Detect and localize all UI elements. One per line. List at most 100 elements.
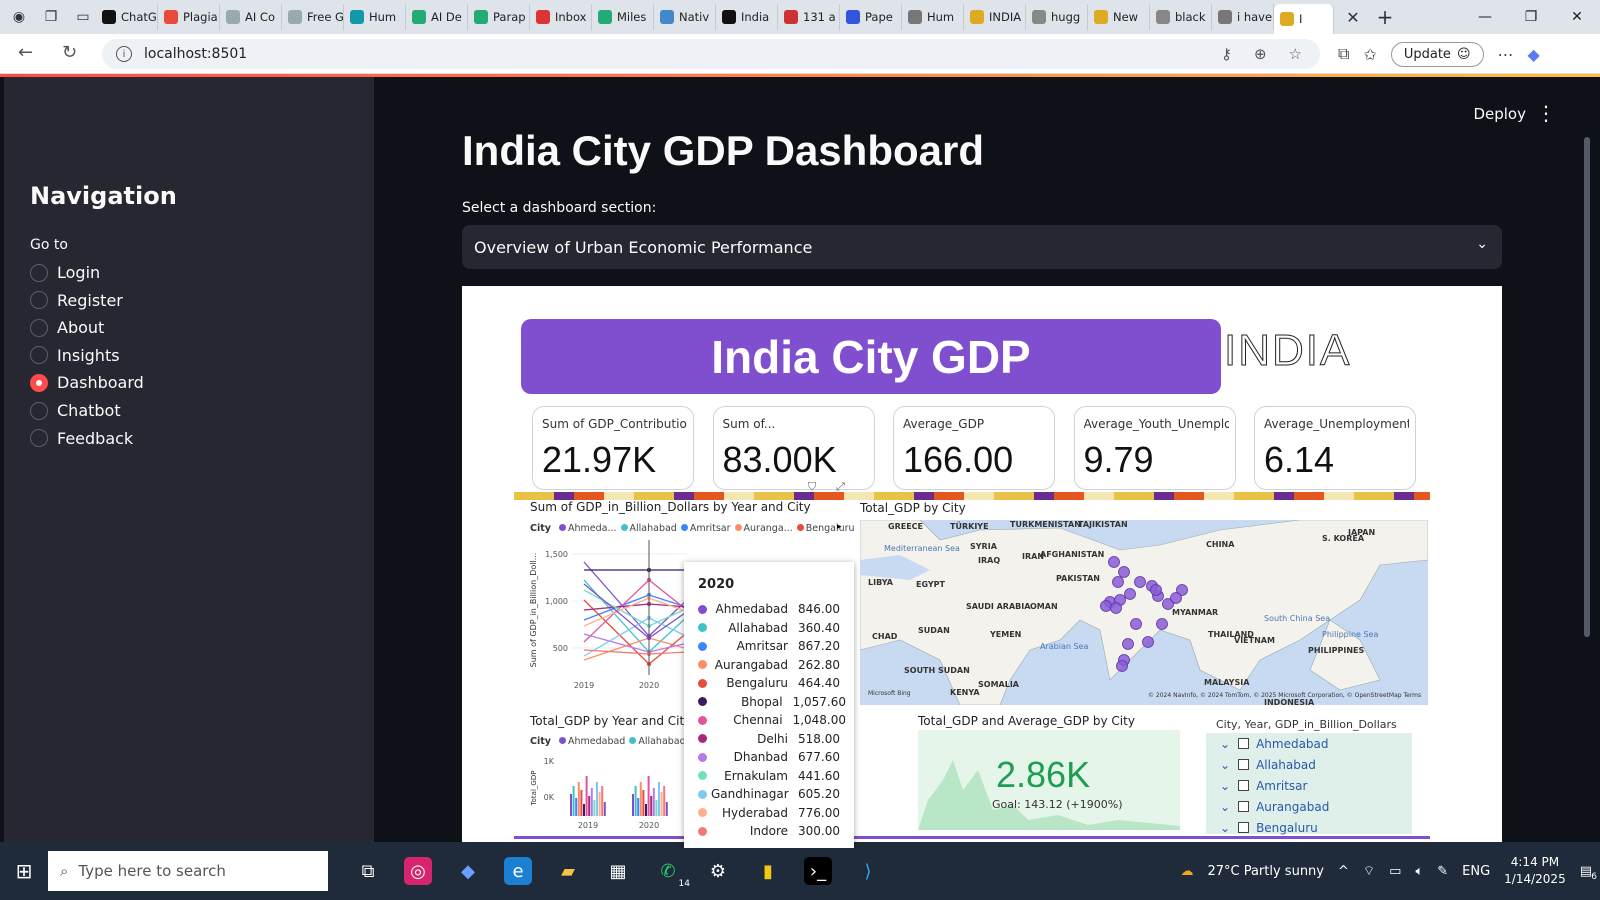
workspaces-icon[interactable]: ❐ xyxy=(38,4,64,30)
browser-tab[interactable]: AI Co xyxy=(220,4,282,30)
instagram-icon[interactable]: ◎ xyxy=(404,857,432,885)
browser-tab[interactable]: Plagia xyxy=(158,4,220,30)
browser-tab[interactable]: Parap xyxy=(468,4,530,30)
browser-tab[interactable]: AI De xyxy=(406,4,468,30)
sidebar-item-login[interactable]: Login xyxy=(30,263,100,282)
powerbi-app-icon[interactable]: ▮ xyxy=(754,857,782,885)
legend-item[interactable]: Ahmedabad xyxy=(568,736,625,747)
legend-item[interactable]: Amritsar xyxy=(690,523,731,534)
browser-tab[interactable]: i have xyxy=(1212,4,1274,30)
scrollbar[interactable] xyxy=(1584,137,1590,637)
tray-overflow-icon[interactable]: ^ xyxy=(1338,864,1349,879)
notifications-icon[interactable]: ▤ 6 xyxy=(1580,864,1597,882)
extensions-icon[interactable]: ⧉ xyxy=(1338,44,1349,64)
clock[interactable]: 4:14 PM 1/14/2025 xyxy=(1504,854,1566,888)
chevron-down-icon[interactable]: ⌄ xyxy=(1220,737,1230,751)
kpi-card[interactable]: Sum of GDP_Contribution 21.97K xyxy=(532,406,694,490)
sidebar-item-dashboard[interactable]: Dashboard xyxy=(30,373,144,392)
reload-icon[interactable]: ↻ xyxy=(62,42,77,63)
close-window-icon[interactable]: ✕ xyxy=(1554,0,1600,34)
minimize-icon[interactable]: — xyxy=(1462,0,1508,34)
checkbox[interactable] xyxy=(1238,801,1250,812)
kpi-card[interactable]: Average_Youth_Unemploy... 9.79 xyxy=(1073,406,1236,490)
new-tab-icon[interactable]: + xyxy=(1372,4,1398,30)
browser-tab[interactable]: New xyxy=(1088,4,1150,30)
deploy-button[interactable]: Deploy xyxy=(1473,105,1526,123)
slicer-item[interactable]: ⌄ Allahabad xyxy=(1206,754,1412,775)
browser-tab[interactable]: hugg xyxy=(1026,4,1088,30)
browser-tab[interactable]: 131 a xyxy=(778,4,840,30)
slicer-item[interactable]: ⌄ Bengaluru xyxy=(1206,817,1412,838)
section-select[interactable]: Overview of Urban Economic Performance ⌄ xyxy=(462,225,1502,269)
browser-tab[interactable]: black xyxy=(1150,4,1212,30)
tab-actions-icon[interactable]: ▭ xyxy=(70,4,96,30)
pen-icon[interactable]: ✎ xyxy=(1437,864,1448,879)
back-icon[interactable]: ← xyxy=(18,42,33,63)
whatsapp-icon[interactable]: ✆ 14 xyxy=(654,857,690,890)
copilot-app-icon[interactable]: ◆ xyxy=(454,857,482,885)
favorites-icon[interactable]: ✩ xyxy=(1363,45,1376,64)
settings-icon[interactable]: ⚙ xyxy=(704,857,732,885)
kpi-gauge[interactable]: 2.86K Goal: 143.12 (+1900%) xyxy=(918,730,1180,830)
legend-item[interactable]: Allahabad xyxy=(638,736,685,747)
weather-icon[interactable]: ☁ xyxy=(1180,864,1193,879)
legend-item[interactable]: Bengaluru xyxy=(806,523,855,534)
browser-tab[interactable]: Inbox xyxy=(530,4,592,30)
main-menu-icon[interactable]: ⋮ xyxy=(1536,101,1556,125)
file-explorer-icon[interactable]: ▰ xyxy=(554,857,582,885)
language-indicator[interactable]: ENG xyxy=(1462,864,1490,879)
vscode-icon[interactable]: ⟩ xyxy=(854,857,882,885)
focus-mode-icon[interactable]: ⤢ xyxy=(836,480,845,494)
kpi-card[interactable]: Average_Unemployment_... 6.14 xyxy=(1254,406,1416,490)
legend-item[interactable]: Ahmeda... xyxy=(568,523,617,534)
chevron-down-icon[interactable]: ⌄ xyxy=(1220,800,1230,814)
weather-text[interactable]: 27°C Partly sunny xyxy=(1207,864,1324,879)
copilot-icon[interactable]: ◆ xyxy=(1528,45,1540,64)
browser-tab[interactable]: Nativ xyxy=(654,4,716,30)
checkbox[interactable] xyxy=(1238,738,1250,749)
restore-icon[interactable]: ❐ xyxy=(1508,0,1554,34)
volume-icon[interactable]: 🔈︎ xyxy=(1415,864,1423,879)
legend-next-icon[interactable]: ▸ xyxy=(837,522,842,532)
browser-tab[interactable]: Hum xyxy=(902,4,964,30)
bar-chart[interactable]: Total_GDP 1K 0K 2019 2020 xyxy=(528,750,688,830)
store-icon[interactable]: ▦ xyxy=(604,857,632,885)
favorite-star-icon[interactable]: ☆ xyxy=(1289,45,1302,63)
filter-icon[interactable]: ⛉ xyxy=(808,480,816,494)
zoom-icon[interactable]: ⊕ xyxy=(1254,45,1267,63)
sidebar-item-insights[interactable]: Insights xyxy=(30,346,120,365)
checkbox[interactable] xyxy=(1238,822,1250,833)
browser-tab[interactable]: ChatG xyxy=(96,4,158,30)
terminal-icon[interactable]: ›_ xyxy=(804,857,832,885)
kpi-card[interactable]: Average_GDP 166.00 xyxy=(893,406,1055,490)
chevron-down-icon[interactable]: ⌄ xyxy=(1220,779,1230,793)
browser-tab[interactable]: Free G xyxy=(282,4,344,30)
chevron-down-icon[interactable]: ⌄ xyxy=(1220,758,1230,772)
close-tab-icon[interactable]: ✕ xyxy=(1340,4,1366,30)
browser-tab[interactable]: Pape xyxy=(840,4,902,30)
chevron-down-icon[interactable]: ⌄ xyxy=(1220,821,1230,835)
kpi-card[interactable]: Sum of... 83.00K xyxy=(712,406,875,490)
browser-tab[interactable]: Miles xyxy=(592,4,654,30)
browser-tab[interactable]: India xyxy=(716,4,778,30)
key-icon[interactable]: ⚷ xyxy=(1221,45,1232,63)
network-icon[interactable]: ⌔ xyxy=(1363,863,1375,879)
slicer-item[interactable]: ⌄ Ahmedabad xyxy=(1206,733,1412,754)
windows-start-icon[interactable]: ⊞ xyxy=(0,851,48,891)
checkbox[interactable] xyxy=(1238,759,1250,770)
checkbox[interactable] xyxy=(1238,780,1250,791)
more-menu-icon[interactable]: ⋯ xyxy=(1498,45,1514,64)
line-chart[interactable]: Sum of GDP_in_Billion_Doll... 1,500 1,000 5… xyxy=(528,540,688,690)
gdp-map[interactable]: GREECE TÜRKIYE TURKMENISTAN TAJIKISTAN CHINA… xyxy=(860,520,1428,705)
sidebar-item-feedback[interactable]: Feedback xyxy=(30,429,133,448)
taskbar-search[interactable]: ⌕ Type here to search xyxy=(48,851,328,891)
browser-tab[interactable]: INDIA xyxy=(964,4,1026,30)
task-view-icon[interactable]: ⧉ xyxy=(354,857,382,885)
site-info-icon[interactable]: i xyxy=(116,46,132,62)
url-field[interactable]: i localhost:8501 ⚷ ⊕ ☆ xyxy=(102,39,1320,69)
update-button[interactable]: Update ☺ xyxy=(1390,41,1484,67)
slicer-item[interactable]: ⌄ Amritsar xyxy=(1206,775,1412,796)
slicer-item[interactable]: ⌄ Aurangabad xyxy=(1206,796,1412,817)
legend-item[interactable]: Allahabad xyxy=(630,523,677,534)
sidebar-item-about[interactable]: About xyxy=(30,318,104,337)
